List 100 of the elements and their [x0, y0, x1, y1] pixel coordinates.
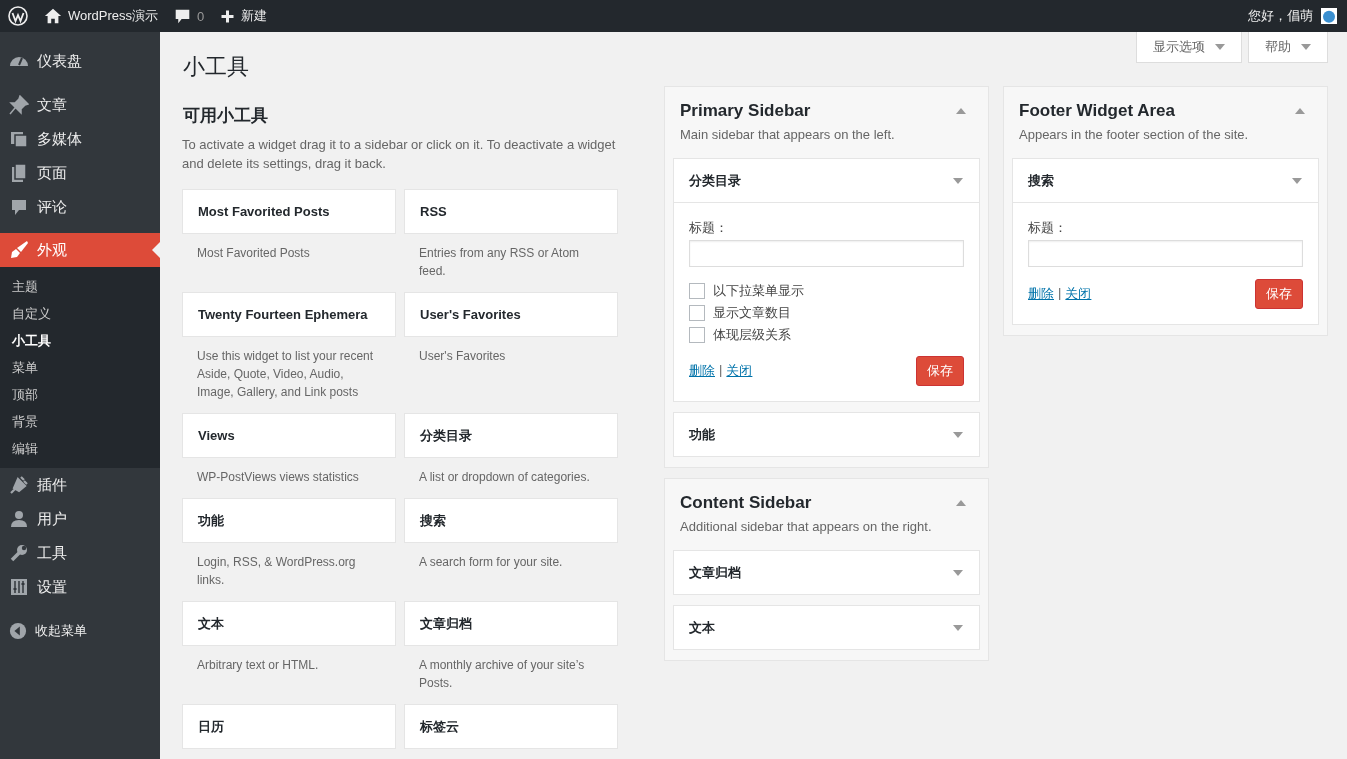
separator: |: [719, 362, 723, 379]
toggle-arrow-icon[interactable]: [1295, 108, 1305, 114]
menu-item[interactable]: 插件: [0, 468, 160, 502]
widget-area-title: Primary Sidebar: [680, 101, 811, 121]
widget-title-card[interactable]: RSS: [404, 189, 618, 234]
plus-icon: [220, 8, 236, 24]
sliders-icon: [9, 577, 29, 597]
widget-area-description: Main sidebar that appears on the left.: [680, 127, 896, 142]
submenu-item[interactable]: 背景: [0, 408, 160, 435]
submenu-item[interactable]: 小工具: [0, 327, 160, 354]
widget-title-card[interactable]: Twenty Fourteen Ephemera: [182, 292, 396, 337]
widget-title-card[interactable]: 标签云: [404, 704, 618, 749]
widget-description: A list or dropdown of categories.: [418, 469, 591, 486]
delete-link[interactable]: 删除: [689, 362, 715, 380]
checkbox-label: 显示文章数目: [713, 304, 791, 322]
account-link[interactable]: 您好，倡萌: [1248, 0, 1337, 32]
menu-item[interactable]: 外观: [0, 233, 160, 267]
menu-item[interactable]: 用户: [0, 502, 160, 536]
menu-item[interactable]: 工具: [0, 536, 160, 570]
wrench-icon: [9, 543, 29, 563]
widget-title-card[interactable]: 功能: [182, 498, 396, 543]
menu-item[interactable]: 仪表盘: [0, 44, 160, 78]
delete-link[interactable]: 删除: [1028, 285, 1054, 303]
submenu-item[interactable]: 顶部: [0, 381, 160, 408]
widget-area-description: Additional sidebar that appears on the right.: [680, 519, 933, 534]
checkbox[interactable]: [689, 283, 705, 299]
widget-title: 文本: [689, 618, 715, 637]
submenu-item[interactable]: 自定义: [0, 300, 160, 327]
screen-options-button[interactable]: 显示选项: [1136, 32, 1242, 63]
widget-description: Most Favorited Posts: [196, 245, 311, 262]
widget-title: 分类目录: [689, 171, 741, 190]
toggle-arrow-icon[interactable]: [953, 624, 963, 631]
paintbrush-icon: [9, 240, 29, 260]
close-link[interactable]: 关闭: [1065, 285, 1092, 303]
collapse-menu-button[interactable]: 收起菜单: [0, 614, 160, 648]
speech-bubble-icon: [174, 7, 192, 25]
checkbox-label: 以下拉菜单显示: [713, 282, 804, 300]
menu-item[interactable]: 多媒体: [0, 122, 160, 156]
widget-title: 搜索: [1028, 171, 1054, 190]
submenu-item[interactable]: 菜单: [0, 354, 160, 381]
pages-icon: [9, 163, 29, 183]
widget-area-title: Content Sidebar: [680, 493, 812, 513]
toggle-arrow-icon[interactable]: [953, 177, 963, 184]
title-input-field[interactable]: [1028, 240, 1303, 267]
close-link[interactable]: 关闭: [726, 362, 753, 380]
widget-area-description: Appears in the footer section of the site.: [1019, 127, 1250, 142]
home-icon: [44, 7, 62, 25]
widget-description: Use this widget to list your recent Aside, Quote, Video, Audio, Image, Gallery, and Link posts: [196, 348, 375, 401]
comments-link[interactable]: 0: [174, 0, 205, 32]
widget-title-card[interactable]: 日历: [182, 704, 396, 749]
toggle-arrow-icon[interactable]: [956, 500, 966, 506]
menu-item[interactable]: 页面: [0, 156, 160, 190]
title-input-field[interactable]: [689, 240, 964, 267]
widget-description: Login, RSS, & WordPress.org links.: [196, 554, 357, 589]
checkbox[interactable]: [689, 327, 705, 343]
toggle-arrow-icon[interactable]: [1292, 177, 1302, 184]
help-button[interactable]: 帮助: [1248, 32, 1328, 63]
widget-description: A search form for your site.: [418, 554, 564, 571]
toggle-arrow-icon[interactable]: [956, 108, 966, 114]
pushpin-icon: [9, 95, 29, 115]
section-description: To activate a widget drag it to a sidebar or click on it. To deactivate a widget and delete its settings, drag it back.: [182, 136, 617, 173]
widget-description: Entries from any RSS or Atom feed.: [418, 245, 581, 280]
speech-bubble-icon: [9, 197, 29, 217]
widget-title-card[interactable]: 分类目录: [404, 413, 618, 458]
widget-title: 文章归档: [689, 563, 741, 582]
widget-title-card[interactable]: User's Favorites: [404, 292, 618, 337]
save-button[interactable]: 保存: [1255, 279, 1303, 309]
checkbox-label: 体现层级关系: [713, 326, 791, 344]
menu-item[interactable]: 设置: [0, 570, 160, 604]
section-heading: 可用小工具: [183, 105, 269, 127]
toggle-arrow-icon[interactable]: [953, 569, 963, 576]
widget-description: User's Favorites: [418, 348, 507, 365]
widget-description: WP-PostViews views statistics: [196, 469, 360, 486]
submenu-item[interactable]: 编辑: [0, 435, 160, 462]
menu-item[interactable]: 文章: [0, 88, 160, 122]
widget-description: Arbitrary text or HTML.: [196, 657, 320, 674]
separator: |: [1058, 285, 1062, 302]
widget-area-title: Footer Widget Area: [1019, 101, 1175, 121]
media-icon: [9, 129, 29, 149]
widget-description: A monthly archive of your site’s Posts.: [418, 657, 586, 692]
plug-icon: [9, 475, 29, 495]
save-button[interactable]: 保存: [916, 356, 964, 386]
submenu-item[interactable]: 主题: [0, 273, 160, 300]
new-link[interactable]: 新建: [220, 0, 268, 32]
widget-title-card[interactable]: 文章归档: [404, 601, 618, 646]
person-icon: [9, 509, 29, 529]
widget-title-card[interactable]: Views: [182, 413, 396, 458]
checkbox[interactable]: [689, 305, 705, 321]
site-name-link[interactable]: WordPress演示: [44, 0, 159, 32]
avatar-icon: [1321, 8, 1337, 24]
widget-title-card[interactable]: 文本: [182, 601, 396, 646]
field-label: 标题：: [1028, 219, 1068, 237]
menu-item[interactable]: 评论: [0, 190, 160, 224]
wordpress-logo-icon[interactable]: [8, 6, 28, 26]
toggle-arrow-icon[interactable]: [953, 431, 963, 438]
widget-title-card[interactable]: 搜索: [404, 498, 618, 543]
field-label: 标题：: [689, 219, 729, 237]
left-arrow-circle-icon: [9, 622, 27, 640]
widget-title-card[interactable]: Most Favorited Posts: [182, 189, 396, 234]
page-title: 小工具: [183, 53, 249, 81]
